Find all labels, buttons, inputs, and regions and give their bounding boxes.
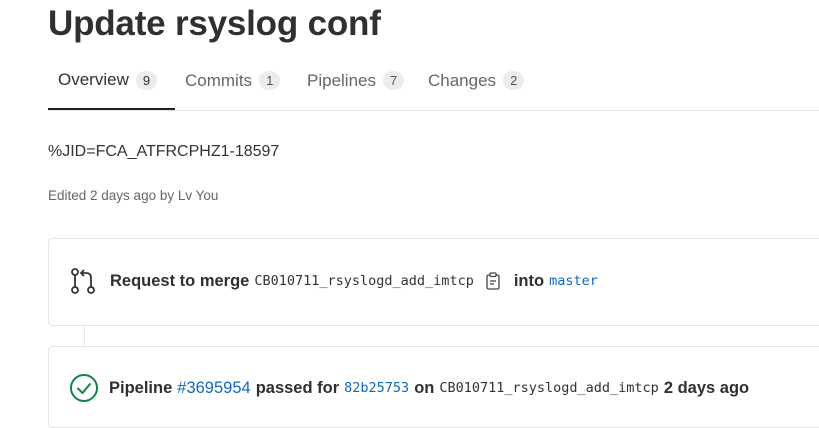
merge-request-widget: Request to merge CB010711_rsyslogd_add_i…	[48, 238, 819, 326]
edited-info: Edited 2 days ago by Lv You	[48, 188, 219, 203]
commit-sha-link[interactable]: 82b25753	[344, 380, 409, 396]
pipeline-id-link[interactable]: #3695954	[177, 379, 250, 398]
widget-connector	[84, 325, 85, 346]
tab-commits[interactable]: Commits 1	[185, 52, 281, 109]
mr-description: %JID=FCA_ATFRCPHZ1-18597	[48, 143, 280, 160]
merge-info-row: Request to merge CB010711_rsyslogd_add_i…	[69, 267, 598, 295]
source-branch[interactable]: CB010711_rsyslogd_add_imtcp	[254, 273, 473, 289]
merge-request-icon	[69, 267, 97, 295]
page-title: Update rsyslog conf	[48, 4, 381, 43]
tab-count-badge: 2	[503, 71, 525, 90]
tab-label: Changes	[428, 70, 497, 90]
pipeline-status-text: passed for	[255, 378, 340, 397]
target-branch-link[interactable]: master	[549, 273, 598, 289]
pipeline-label: Pipeline	[109, 378, 173, 397]
tab-count-badge: 1	[259, 71, 281, 90]
tab-count-badge: 7	[383, 71, 405, 90]
tab-changes[interactable]: Changes 2	[428, 52, 525, 109]
merge-into-label: into	[513, 271, 545, 290]
tab-overview[interactable]: Overview 9	[48, 52, 175, 110]
tab-label: Pipelines	[307, 70, 376, 90]
pipeline-widget: Pipeline #3695954 passed for 82b25753 on…	[48, 346, 819, 428]
merge-prefix: Request to merge	[110, 271, 250, 290]
check-circle-icon[interactable]	[69, 373, 99, 403]
pipeline-time: 2 days ago	[663, 378, 750, 397]
pipeline-branch: CB010711_rsyslogd_add_imtcp	[439, 380, 659, 396]
copy-icon[interactable]	[484, 272, 502, 290]
tab-label: Overview	[58, 70, 129, 89]
tab-count-badge: 9	[135, 70, 158, 90]
pipeline-info-row: Pipeline #3695954 passed for 82b25753 on…	[69, 373, 749, 403]
tab-pipelines[interactable]: Pipelines 7	[307, 52, 405, 109]
tab-label: Commits	[185, 70, 253, 90]
pipeline-on-label: on	[414, 378, 435, 397]
mr-tabs: Overview 9 Commits 1 Pipelines 7 Changes…	[48, 52, 819, 111]
